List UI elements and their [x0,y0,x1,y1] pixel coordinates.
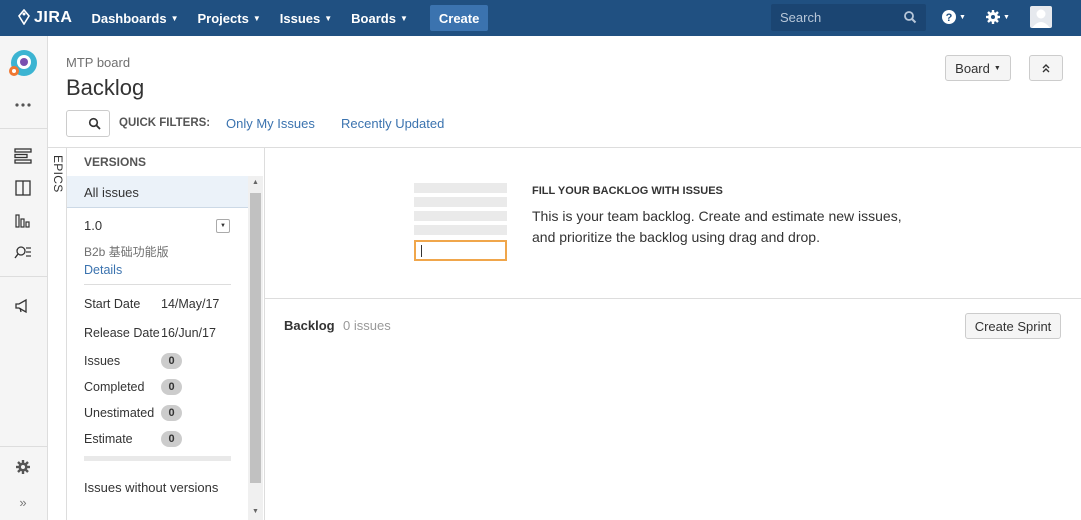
versions-title: VERSIONS [84,155,147,169]
content-top-divider [48,147,1081,148]
nav-projects-label: Projects [197,10,249,26]
all-issues-label: All issues [84,185,139,200]
project-sidebar: » [0,36,48,520]
help-icon: ? [942,10,956,24]
sidebar-divider [0,276,48,277]
placeholder-row [414,225,507,235]
empty-state-title: FILL YOUR BACKLOG WITH ISSUES [532,185,723,197]
nav-issues-label: Issues [279,10,321,26]
scrollbar-thumb[interactable] [250,193,261,483]
sidebar-divider [0,128,48,129]
all-issues-item[interactable]: All issues [67,176,248,208]
placeholder-row [414,211,507,221]
nav-dashboards-label: Dashboards [91,10,167,26]
stat-issues-badge: 0 [161,353,182,369]
page-title: Backlog [66,75,145,100]
create-sprint-button[interactable]: Create Sprint [965,313,1061,339]
quick-filters-label: QUICK FILTERS: [119,117,211,129]
board-icon[interactable] [12,177,34,199]
search-input[interactable]: Search [771,4,926,31]
chevron-down-icon: ▼ [220,223,226,229]
collapse-icon[interactable]: » [12,491,34,513]
empty-state-text: This is your team backlog. Create and es… [532,208,902,245]
versions-scrollbar[interactable]: ▲ ▼ [248,176,263,520]
stat-issues-label: Issues [84,354,121,368]
nav-boards-label: Boards [351,10,396,26]
backlog-divider [265,298,1081,299]
filter-only-my-issues[interactable]: Only My Issues [226,116,315,131]
placeholder-input [414,240,507,261]
jira-logo-icon [17,8,31,28]
search-icon [904,11,917,24]
version-name[interactable]: 1.0 [84,218,102,233]
double-chevron-up-icon [1042,64,1050,73]
epics-tab-label: EPICS [51,155,65,193]
nav-dashboards[interactable]: Dashboards ▼ [91,11,178,26]
backlog-icon[interactable] [12,145,34,167]
version-menu-button[interactable]: ▼ [216,219,230,233]
search-icon [88,117,101,130]
more-icon[interactable] [12,94,34,116]
scroll-up-icon[interactable]: ▲ [252,179,259,186]
stat-estimate-badge: 0 [161,431,182,447]
chevron-down-icon: ▼ [324,13,333,23]
filter-recently-updated[interactable]: Recently Updated [341,116,444,131]
chevron-down-icon: ▼ [1003,13,1010,21]
chevron-down-icon: ▼ [993,64,1001,72]
chevron-down-icon: ▼ [252,13,261,23]
chevron-down-icon: ▼ [399,13,408,23]
issues-search-icon[interactable] [12,241,34,263]
help-menu[interactable]: ? ▼ [941,9,966,25]
stat-completed-badge: 0 [161,379,182,395]
logo-text: JIRA [34,9,73,26]
version-divider [84,284,231,285]
release-date-label: Release Date [84,326,160,340]
collapse-header-button[interactable] [1029,55,1063,81]
stat-unestimated-label: Unestimated [84,406,155,420]
board-button[interactable]: Board ▼ [945,55,1011,81]
start-date-label: Start Date [84,297,141,311]
sidebar-divider [0,446,48,447]
backlog-issue-count: 0 issues [343,318,391,333]
chevron-down-icon: ▼ [959,13,966,21]
releases-icon[interactable] [12,295,34,317]
versions-divider [264,147,265,520]
scroll-down-icon[interactable]: ▼ [252,508,259,515]
release-date-value: 16/Jun/17 [161,326,216,340]
create-button[interactable]: Create [429,5,489,31]
placeholder-row [414,197,507,207]
search-placeholder: Search [780,10,822,25]
user-avatar[interactable] [1030,6,1052,28]
issues-without-versions[interactable]: Issues without versions [84,480,218,495]
text-caret [421,245,422,257]
stat-estimate-label: Estimate [84,432,133,446]
top-navigation: JIRA Dashboards ▼ Projects ▼ Issues ▼ Board… [0,0,1081,36]
jira-logo[interactable]: JIRA [17,8,73,28]
settings-icon[interactable] [12,456,34,478]
placeholder-row [414,183,507,193]
nav-boards[interactable]: Boards ▼ [351,11,408,26]
board-button-label: Board [955,60,990,76]
user-icon [1032,9,1050,28]
svg-text:?: ? [946,12,953,24]
backlog-label: Backlog [284,318,335,333]
admin-menu[interactable]: ▼ [985,9,1010,25]
breadcrumb[interactable]: MTP board [66,55,130,70]
stat-unestimated-badge: 0 [161,405,182,421]
reports-icon[interactable] [12,209,34,231]
quick-filter-search[interactable] [66,110,110,137]
version-description: B2b 基础功能版 [84,245,169,259]
nav-projects[interactable]: Projects ▼ [198,11,261,26]
project-avatar[interactable] [8,49,38,79]
stat-completed-label: Completed [84,380,145,394]
version-details-link[interactable]: Details [84,263,122,277]
nav-issues[interactable]: Issues ▼ [280,11,332,26]
start-date-value: 14/May/17 [161,297,220,311]
version-progress-bar [84,456,231,461]
chevron-down-icon: ▼ [170,13,179,23]
epics-panel-tab[interactable] [48,148,66,520]
gear-icon [986,10,1000,24]
